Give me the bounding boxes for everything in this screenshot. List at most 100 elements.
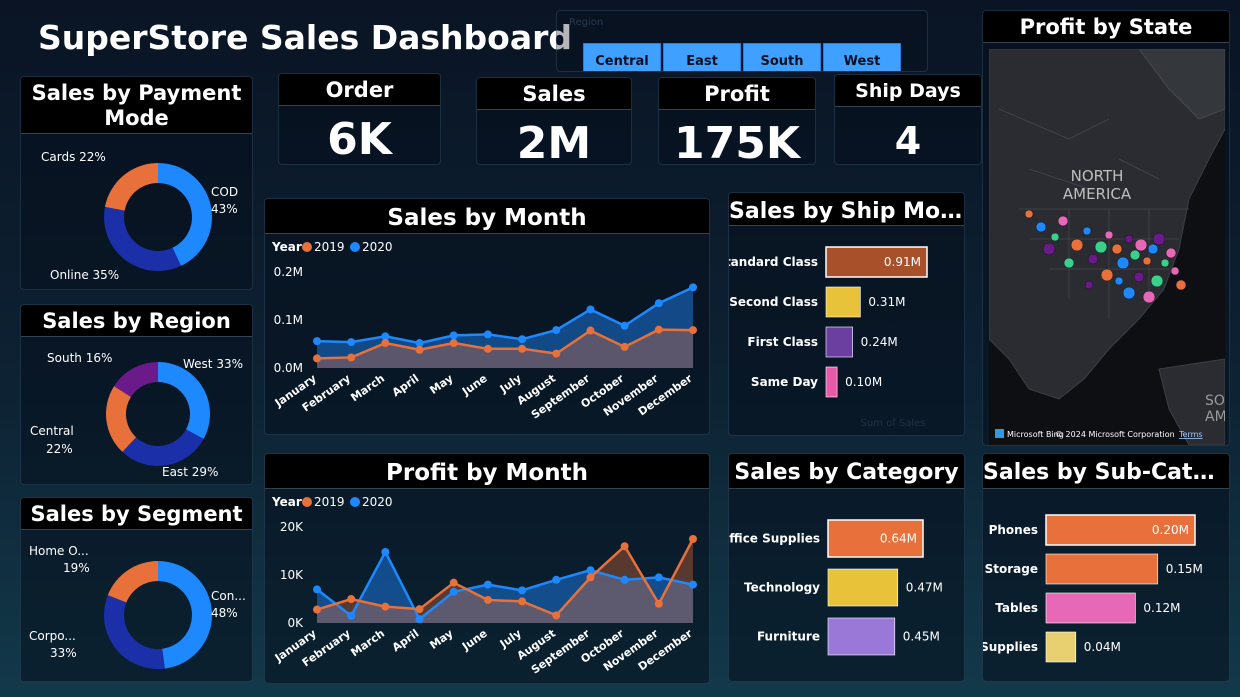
point-2019-february[interactable] — [347, 353, 356, 362]
point-2020-december[interactable] — [689, 580, 697, 589]
sales-month-panel[interactable]: Sales by Month Year 2019 2020 0.0M 0.1M 0.2M J… — [264, 198, 710, 435]
state-marker[interactable] — [1150, 274, 1164, 288]
state-marker[interactable] — [1122, 286, 1136, 300]
state-marker[interactable] — [1087, 253, 1099, 265]
kpi-sales-card[interactable]: Sales 2M — [476, 77, 632, 165]
state-marker[interactable] — [1094, 240, 1108, 254]
bar-furniture[interactable] — [827, 617, 896, 656]
state-marker[interactable] — [1024, 209, 1034, 219]
subcategory-panel[interactable]: Sales by Sub-Cate... Phones 0.20M Storage 0… — [982, 453, 1230, 682]
bar-tables[interactable] — [1045, 592, 1136, 624]
state-marker[interactable] — [1175, 279, 1187, 291]
donut-slice-corporate[interactable] — [103, 595, 165, 669]
state-marker[interactable] — [1147, 243, 1159, 255]
point-2019-october[interactable] — [620, 542, 629, 551]
profit-month-panel[interactable]: Profit by Month Year 2019 2020 0K 10K 20K Janu… — [264, 453, 710, 684]
state-marker[interactable] — [1084, 280, 1094, 290]
state-marker[interactable] — [1035, 221, 1047, 233]
point-2019-january[interactable] — [313, 605, 321, 614]
point-2019-february[interactable] — [347, 595, 356, 603]
state-marker[interactable] — [1134, 238, 1148, 252]
point-2019-june[interactable] — [483, 595, 492, 604]
kpi-shipdays-card[interactable]: Ship Days 4 — [834, 74, 982, 165]
point-2020-november[interactable] — [654, 299, 663, 308]
state-marker[interactable] — [1116, 256, 1130, 270]
point-2020-may[interactable] — [449, 331, 458, 340]
bar-second-class[interactable] — [825, 286, 861, 318]
point-2019-march[interactable] — [381, 602, 390, 611]
point-2019-june[interactable] — [483, 344, 492, 353]
donut-slice-west[interactable] — [158, 362, 211, 440]
point-2020-december[interactable] — [689, 283, 697, 292]
slicer-east-button[interactable]: East — [663, 43, 741, 71]
point-2019-january[interactable] — [313, 354, 321, 363]
point-2020-february[interactable] — [347, 338, 356, 347]
state-marker[interactable] — [1114, 276, 1124, 286]
donut-slice-consumer[interactable] — [158, 561, 212, 669]
state-marker[interactable] — [1124, 234, 1134, 244]
point-2019-july[interactable] — [518, 597, 527, 606]
state-marker[interactable] — [1160, 258, 1170, 268]
bar-technology[interactable] — [827, 568, 899, 607]
point-2020-july[interactable] — [518, 335, 527, 344]
point-2019-september[interactable] — [586, 573, 595, 582]
state-marker[interactable] — [1129, 249, 1141, 261]
bar-storage[interactable] — [1045, 553, 1159, 585]
bar-first-class[interactable] — [825, 326, 853, 358]
state-marker[interactable] — [1152, 232, 1166, 246]
point-2019-september[interactable] — [586, 326, 595, 335]
state-marker[interactable] — [1042, 242, 1056, 256]
point-2019-october[interactable] — [620, 342, 629, 351]
point-2020-january[interactable] — [313, 585, 321, 594]
point-2020-april[interactable] — [415, 615, 424, 624]
point-2020-september[interactable] — [586, 566, 595, 575]
point-2020-august[interactable] — [552, 326, 561, 335]
map-terms-link[interactable]: Terms — [1178, 430, 1203, 439]
point-2019-august[interactable] — [552, 611, 561, 620]
state-marker[interactable] — [1082, 226, 1092, 236]
point-2020-november[interactable] — [654, 573, 663, 582]
point-2020-october[interactable] — [620, 321, 629, 330]
point-2019-november[interactable] — [654, 599, 663, 608]
state-marker[interactable] — [1165, 247, 1177, 259]
state-marker[interactable] — [1104, 230, 1114, 240]
segment-panel[interactable]: Sales by Segment Con... 48% Corpo... 33%… — [20, 497, 253, 682]
region-panel[interactable]: Sales by Region West 33% East 29% Centra… — [20, 304, 253, 485]
point-2020-january[interactable] — [313, 337, 321, 346]
point-2020-february[interactable] — [347, 611, 356, 620]
state-map-panel[interactable]: Profit by State NORTH AMERICA SO AME Mic… — [982, 10, 1230, 446]
slicer-south-button[interactable]: South — [743, 43, 821, 71]
point-2020-july[interactable] — [518, 586, 527, 595]
state-marker[interactable] — [1133, 271, 1145, 283]
slicer-west-button[interactable]: West — [823, 43, 901, 71]
state-map[interactable]: NORTH AMERICA SO AME Microsoft Bing © 20… — [989, 49, 1225, 445]
state-marker[interactable] — [1050, 232, 1060, 242]
point-2019-august[interactable] — [552, 349, 561, 358]
point-2019-april[interactable] — [415, 345, 424, 354]
category-panel[interactable]: Sales by Category Office Supplies 0.64M Te… — [728, 453, 965, 682]
slicer-central-button[interactable]: Central — [583, 43, 661, 71]
state-marker[interactable] — [1070, 238, 1084, 252]
donut-slice-east[interactable] — [122, 429, 204, 466]
state-marker[interactable] — [1170, 266, 1180, 276]
donut-slice-online[interactable] — [104, 206, 181, 271]
point-2019-december[interactable] — [689, 326, 697, 335]
point-2020-august[interactable] — [552, 575, 561, 584]
point-2019-april[interactable] — [415, 605, 424, 614]
point-2019-december[interactable] — [689, 535, 697, 543]
point-2019-november[interactable] — [654, 325, 663, 334]
donut-slice-cards[interactable] — [104, 163, 158, 211]
point-2019-may[interactable] — [449, 578, 458, 587]
ship-mode-panel[interactable]: Sales by Ship Mo... Standard Class0.91MS… — [728, 192, 965, 436]
kpi-profit-card[interactable]: Profit 175K — [658, 77, 816, 165]
state-marker[interactable] — [1100, 268, 1114, 282]
state-marker[interactable] — [1063, 257, 1075, 269]
point-2020-may[interactable] — [449, 587, 458, 596]
state-marker[interactable] — [1057, 215, 1069, 227]
kpi-order-card[interactable]: Order 6K — [278, 73, 441, 165]
payment-mode-panel[interactable]: Sales by Payment Mode COD 43% Online 35%… — [20, 76, 253, 290]
point-2020-june[interactable] — [483, 330, 492, 339]
point-2020-march[interactable] — [381, 547, 390, 556]
point-2020-september[interactable] — [586, 305, 595, 314]
point-2019-may[interactable] — [449, 339, 458, 348]
